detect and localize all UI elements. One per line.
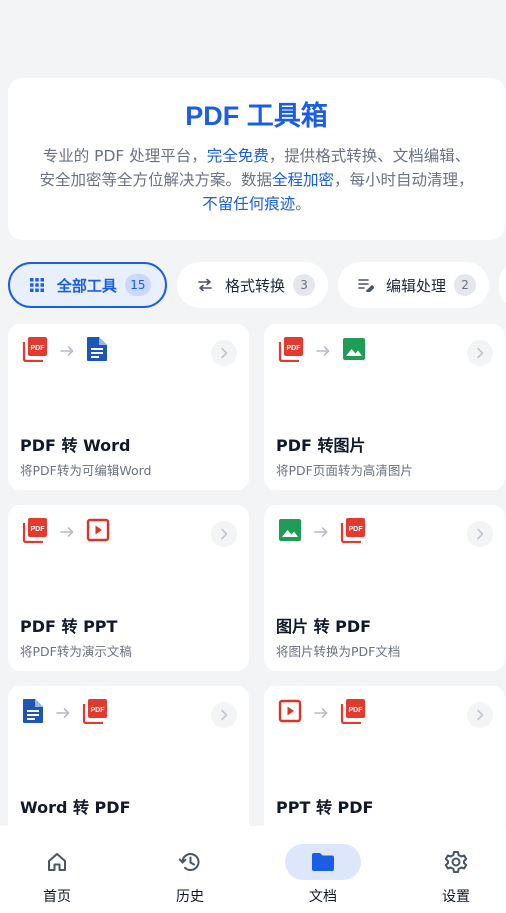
nav-tab-label: 首页 — [43, 889, 71, 905]
image-icon — [278, 518, 302, 546]
pdf-icon: PDF — [340, 517, 366, 547]
tool-title: 图片 转 PDF — [276, 617, 372, 636]
desc-text: ，每小时自动清理， — [334, 171, 474, 189]
nav-tab-label: 设置 — [442, 889, 470, 905]
grid-icon — [30, 277, 45, 293]
nav-tab-documents[interactable]: 文档 — [260, 826, 386, 913]
tool-icons: PDF — [22, 698, 108, 728]
filter-chip-more[interactable] — [499, 262, 506, 308]
bottom-nav: 首页 历史 文档 设置 — [0, 826, 506, 913]
tool-title: Word 转 PDF — [20, 798, 131, 817]
arrow-right-icon — [56, 706, 70, 720]
edit-list-icon — [358, 277, 374, 293]
chevron-right-icon[interactable] — [211, 340, 237, 366]
arrow-right-icon — [60, 525, 74, 539]
chevron-right-icon[interactable] — [467, 521, 493, 547]
filter-chip-all[interactable]: 全部工具 15 — [8, 262, 167, 308]
desc-text: 。 — [295, 195, 311, 213]
svg-text:PDF: PDF — [349, 526, 364, 533]
tool-card-pdf-to-ppt[interactable]: PDF PDF 转 PPT 将PDF转为演示文稿 — [8, 505, 249, 671]
chevron-right-icon[interactable] — [467, 340, 493, 366]
svg-text:PDF: PDF — [287, 345, 302, 352]
tool-card-pdf-to-word[interactable]: PDF PDF 转 Word 将PDF转为可编辑Word — [8, 324, 249, 490]
nav-tab-label: 历史 — [176, 889, 204, 905]
nav-tab-label: 文档 — [309, 889, 337, 905]
home-icon — [19, 844, 95, 880]
tool-icons: PDF — [22, 336, 108, 366]
filter-chip-label: 格式转换 — [225, 276, 286, 295]
nav-tab-settings[interactable]: 设置 — [393, 826, 506, 913]
hero-card: PDF 工具箱 专业的 PDF 处理平台，完全免费，提供格式转换、文档编辑、安全… — [8, 78, 505, 240]
doc-icon — [86, 336, 108, 366]
filter-chip-edit[interactable]: 编辑处理 2 — [338, 262, 489, 308]
chevron-right-icon[interactable] — [467, 702, 493, 728]
tool-icons: PDF — [22, 517, 110, 547]
pdf-icon: PDF — [340, 698, 366, 728]
filter-chip-count: 2 — [454, 274, 477, 296]
chevron-right-icon[interactable] — [211, 702, 237, 728]
tool-icons: PDF — [278, 517, 366, 547]
arrow-right-icon — [60, 344, 74, 358]
filter-chip-label: 全部工具 — [56, 276, 117, 295]
tool-title: PPT 转 PDF — [276, 798, 374, 817]
chevron-right-icon[interactable] — [211, 521, 237, 547]
arrow-right-icon — [314, 706, 328, 720]
pdf-icon: PDF — [278, 336, 304, 366]
swap-icon — [197, 277, 213, 293]
tool-description: 将PDF转为可编辑Word — [20, 463, 152, 478]
slides-icon — [86, 518, 110, 546]
filter-chip-count: 3 — [293, 274, 316, 296]
tool-title: PDF 转 PPT — [20, 617, 118, 636]
svg-text:PDF: PDF — [349, 707, 364, 714]
arrow-right-icon — [316, 344, 330, 358]
nav-tab-history[interactable]: 历史 — [127, 826, 253, 913]
doc-icon — [22, 698, 44, 728]
tool-description: 将图片转换为PDF文档 — [276, 644, 401, 659]
pdf-icon: PDF — [22, 336, 48, 366]
page-title: PDF 工具箱 — [185, 101, 328, 131]
svg-text:PDF: PDF — [31, 345, 46, 352]
filter-chip-label: 编辑处理 — [386, 276, 447, 295]
nav-tab-home[interactable]: 首页 — [0, 826, 120, 913]
tool-description: 将PDF页面转为高清图片 — [276, 463, 413, 478]
tool-card-image-to-pdf[interactable]: PDF 图片 转 PDF 将图片转换为PDF文档 — [264, 505, 505, 671]
tool-card-pdf-to-image[interactable]: PDF PDF 转图片 将PDF页面转为高清图片 — [264, 324, 505, 490]
arrow-right-icon — [314, 525, 328, 539]
desc-highlight-free: 完全免费 — [206, 147, 269, 165]
filter-chip-convert[interactable]: 格式转换 3 — [177, 262, 328, 308]
svg-text:PDF: PDF — [91, 707, 106, 714]
hero-description: 专业的 PDF 处理平台，完全免费，提供格式转换、文档编辑、安全加密等全方位解决… — [37, 144, 477, 216]
tool-description: 将PDF转为演示文稿 — [20, 644, 132, 659]
gear-icon — [418, 844, 494, 880]
filter-chips: 全部工具 15 格式转换 3 编辑处理 2 — [8, 262, 506, 308]
tool-title: PDF 转 Word — [20, 436, 131, 455]
folder-icon — [285, 844, 361, 880]
svg-text:PDF: PDF — [31, 526, 46, 533]
tool-icons: PDF — [278, 336, 366, 366]
slides-icon — [278, 699, 302, 727]
pdf-icon: PDF — [22, 517, 48, 547]
image-icon — [342, 337, 366, 365]
filter-chip-count: 15 — [124, 274, 151, 296]
tool-icons: PDF — [278, 698, 366, 728]
history-icon — [152, 844, 228, 880]
desc-text: 专业的 PDF 处理平台， — [42, 147, 207, 165]
tool-title: PDF 转图片 — [276, 436, 366, 455]
pdf-icon: PDF — [82, 698, 108, 728]
desc-highlight-no-trace: 不留任何痕迹 — [202, 195, 296, 213]
desc-highlight-encrypt: 全程加密 — [271, 171, 334, 189]
